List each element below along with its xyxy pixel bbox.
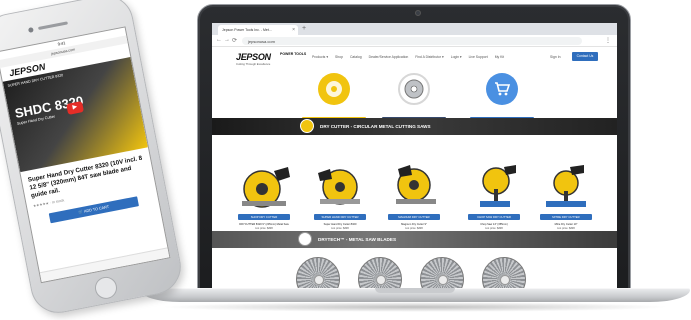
laptop-shadow xyxy=(160,302,670,312)
home-button[interactable] xyxy=(93,274,119,301)
nav-item[interactable]: Live Support xyxy=(469,55,488,59)
mitre-saw-icon xyxy=(546,165,586,207)
address-bar: ← → ⟳ jepsonusa.com ⋮ xyxy=(212,35,617,47)
nav-item[interactable]: My Kit xyxy=(495,55,504,59)
product-button[interactable]: SHOP DRY CUTTER xyxy=(238,214,290,220)
product-name: Chop Saw 14" (355mm) xyxy=(480,223,508,226)
saw-blade-image[interactable] xyxy=(296,257,340,288)
product-button[interactable]: SUPER HAND DRY CUTTER xyxy=(314,214,366,220)
forward-icon[interactable]: → xyxy=(224,37,230,43)
tab-title: Jepson Power Tools Inc. - Met... xyxy=(222,28,272,32)
site-logo[interactable]: JEPSON xyxy=(236,52,271,62)
nav-item[interactable]: Products ▾ xyxy=(312,55,328,59)
product-price: List price: $### xyxy=(255,227,273,230)
chop-saw-icon xyxy=(480,165,516,207)
saw-blade-image[interactable] xyxy=(482,257,526,288)
contact-button[interactable]: Contact Us xyxy=(572,52,598,61)
product-name: Magnum Dry Cutter 9" xyxy=(401,223,427,226)
nav-item[interactable]: Shop xyxy=(335,55,343,59)
section-title: DRYTECH™ - METAL SAW BLADES xyxy=(318,237,397,242)
laptop-screen: Jepson Power Tools Inc. - Met... × + ← →… xyxy=(212,23,617,288)
product-price: List price: $### xyxy=(331,227,349,230)
product-button[interactable]: MAGNUM DRY CUTTER xyxy=(388,214,440,220)
phone-device: 9:41 jepsonusa.com JEPSON SUPER HAND DRY… xyxy=(0,0,186,318)
section-title: DRY CUTTER - CIRCULAR METAL CUTTING SAWS xyxy=(320,124,431,129)
phone-screen: 9:41 jepsonusa.com JEPSON SUPER HAND DRY… xyxy=(0,26,171,284)
product-price: List price: $### xyxy=(485,227,503,230)
nav-item[interactable]: Find A Distributor ▾ xyxy=(415,55,443,59)
sign-in-link[interactable]: Sign In xyxy=(550,55,561,59)
laptop-notch xyxy=(375,288,455,293)
blade-badge-icon xyxy=(298,232,312,246)
product-button[interactable]: MITRE DRY CUTTER xyxy=(540,214,592,220)
site-tagline: Cutting Through Excellence xyxy=(236,62,271,66)
cart-icon[interactable] xyxy=(486,73,518,105)
product-card[interactable]: SHOP DRY CUTTER DRYCUTTER 8320 9" (235mm… xyxy=(234,161,294,230)
browser-tab[interactable]: Jepson Power Tools Inc. - Met... × xyxy=(218,25,298,35)
saw-blade-image[interactable] xyxy=(358,257,402,288)
close-icon[interactable]: × xyxy=(292,27,295,33)
product-name: Super Hand Dry Cutter 8320 xyxy=(323,223,357,226)
circular-saw-icon xyxy=(242,167,290,208)
blade-icon[interactable] xyxy=(398,73,430,105)
product-card[interactable]: MITRE DRY CUTTER Mitre Dry Cutter 10" Li… xyxy=(536,161,596,230)
product-name: Mitre Dry Cutter 10" xyxy=(554,223,578,226)
saw-badge-icon xyxy=(300,119,314,133)
browser-menu-icon[interactable]: ⋮ xyxy=(605,37,611,44)
nav-item[interactable]: Catalog xyxy=(350,55,362,59)
saw-blade-image[interactable] xyxy=(420,257,464,288)
new-tab-icon[interactable]: + xyxy=(302,25,306,32)
url-input[interactable]: jepsonusa.com xyxy=(242,37,582,45)
nav-item[interactable]: Dealer/Service Application xyxy=(369,55,409,59)
product-card[interactable]: SUPER HAND DRY CUTTER Super Hand Dry Cut… xyxy=(310,161,370,230)
phone-camera-icon xyxy=(27,27,34,33)
camera-icon xyxy=(415,10,421,16)
site-header: JEPSON POWER TOOLS Cutting Through Excel… xyxy=(212,47,617,69)
product-price: List price: $### xyxy=(557,227,575,230)
reload-icon[interactable]: ⟳ xyxy=(232,37,237,44)
product-button[interactable]: CHOP SAW DRY CUTTER xyxy=(468,214,520,220)
saw-icon[interactable] xyxy=(318,73,350,105)
site-logo-sub: POWER TOOLS xyxy=(280,52,307,56)
circular-saw-icon xyxy=(396,165,436,204)
product-card[interactable]: MAGNUM DRY CUTTER Magnum Dry Cutter 9" L… xyxy=(384,161,444,230)
product-price: List price: $### xyxy=(405,227,423,230)
phone-speaker xyxy=(37,21,68,31)
section-banner-dry-cutter: DRY CUTTER - CIRCULAR METAL CUTTING SAWS xyxy=(212,118,617,135)
site-nav: Products ▾ Shop Catalog Dealer/Service A… xyxy=(312,55,504,59)
nav-item[interactable]: Login ▾ xyxy=(451,55,462,59)
product-card[interactable]: CHOP SAW DRY CUTTER Chop Saw 14" (355mm)… xyxy=(464,161,524,230)
circular-saw-icon xyxy=(318,169,360,205)
section-banner-blades: DRYTECH™ - METAL SAW BLADES xyxy=(212,231,617,248)
product-name: DRYCUTTER 8320 9" (235mm) Metal Saw xyxy=(239,223,289,226)
browser-tabbar: Jepson Power Tools Inc. - Met... × + xyxy=(212,23,617,35)
play-icon[interactable]: ▶ xyxy=(66,101,84,115)
back-icon[interactable]: ← xyxy=(216,37,222,43)
